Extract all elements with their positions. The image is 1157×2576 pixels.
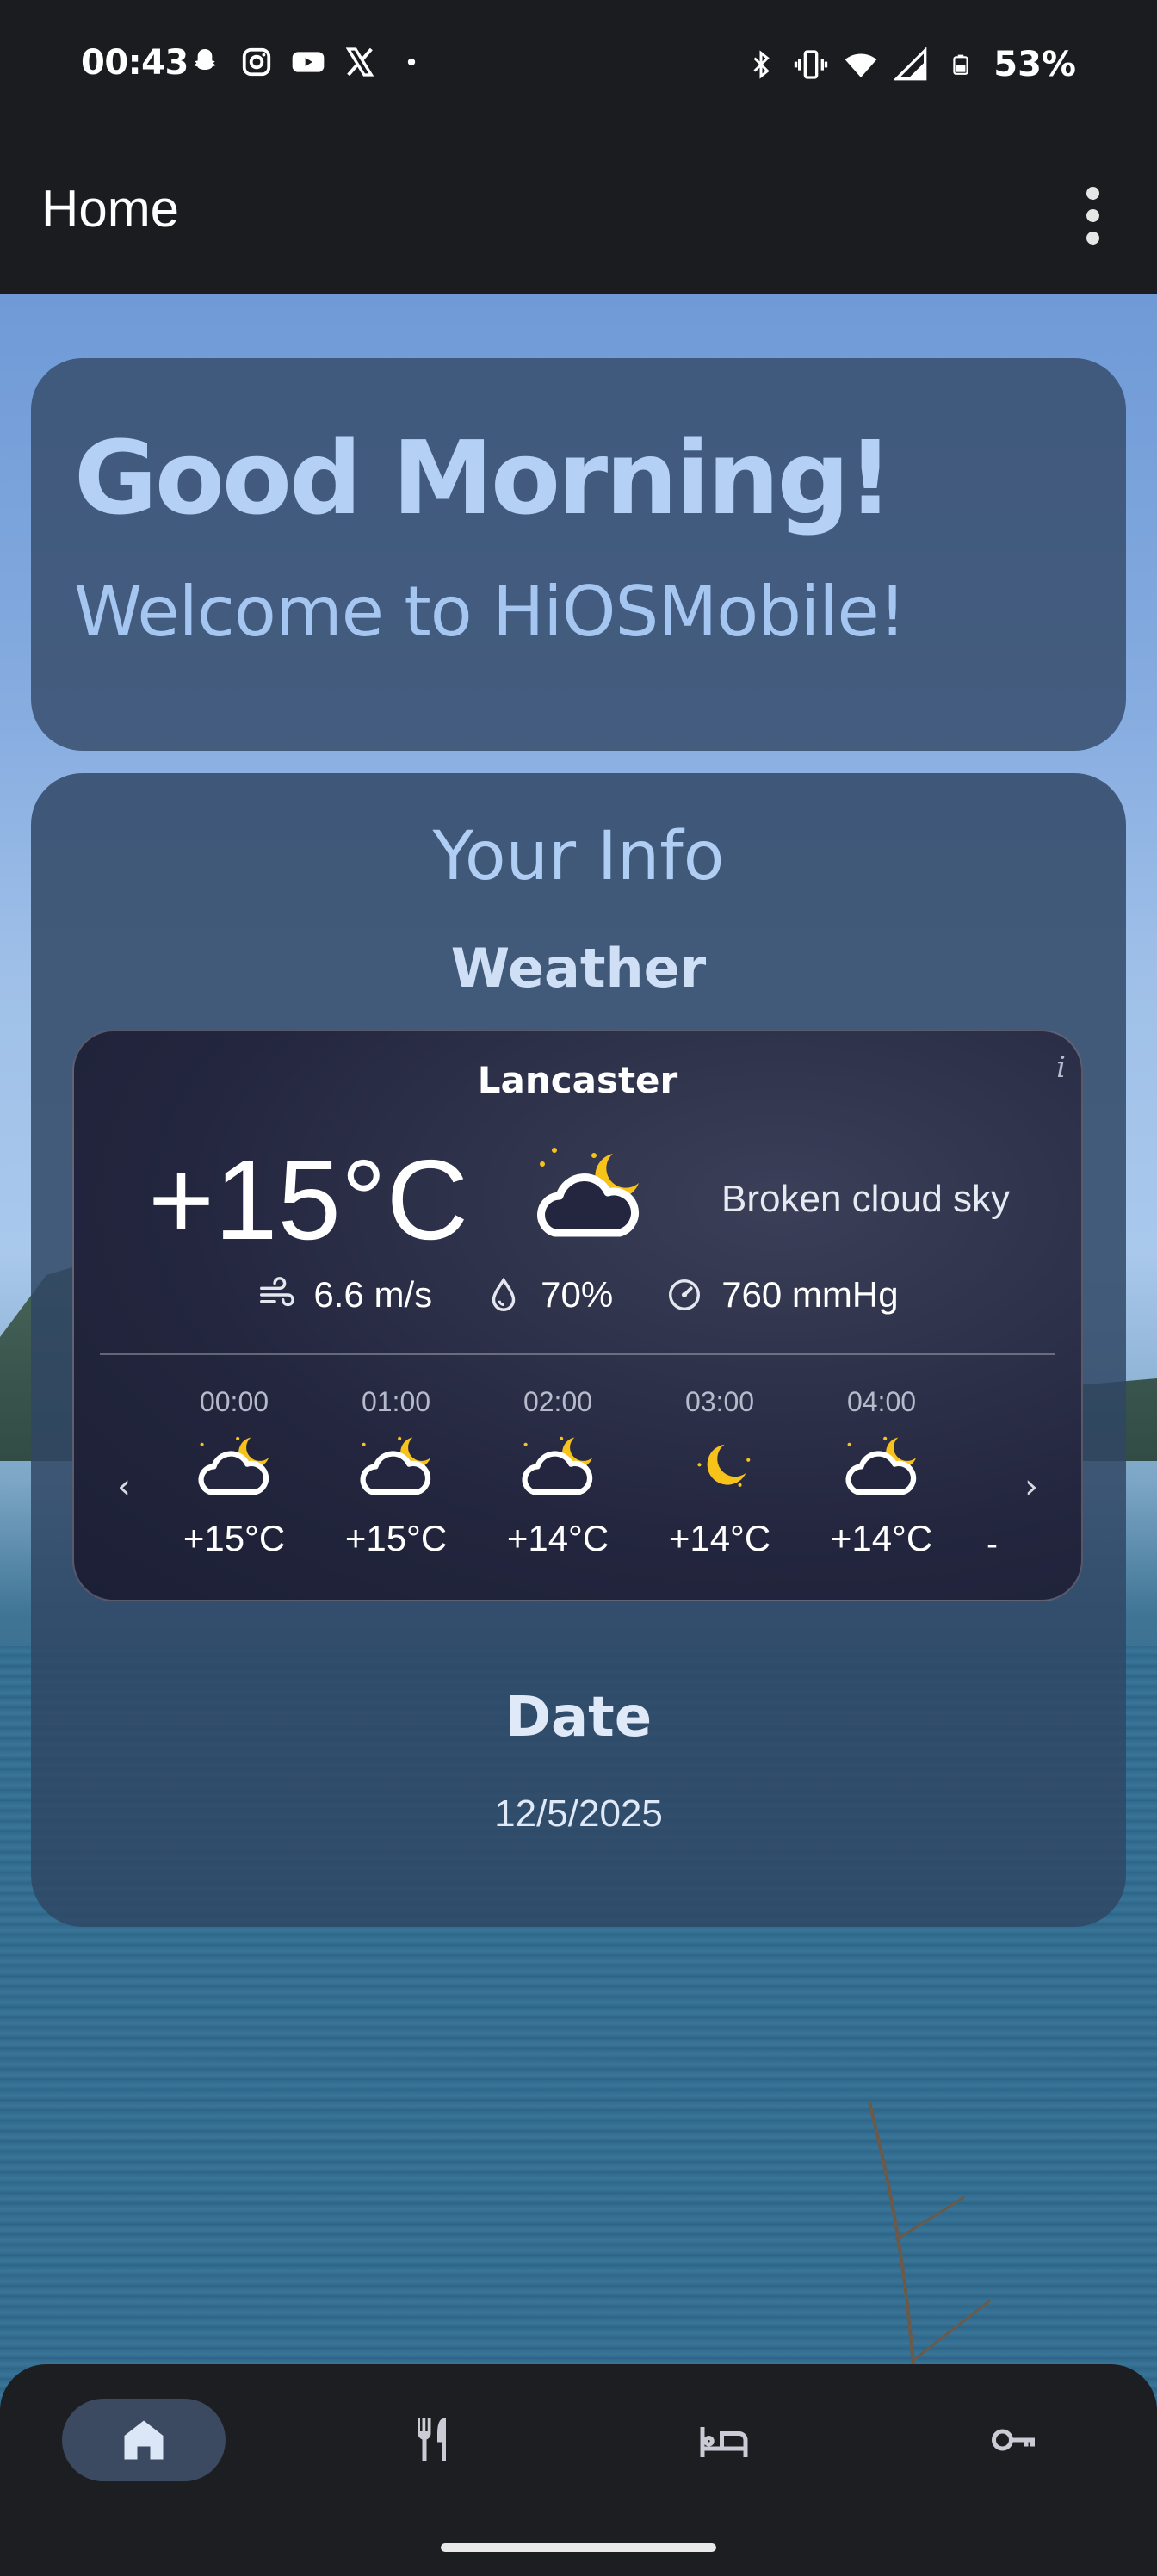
- home-icon: [124, 2420, 164, 2460]
- pressure-icon: [669, 1279, 701, 1311]
- more-hours-indicator: -: [987, 1527, 998, 1563]
- greeting-subtitle: Welcome to HiOSMobile!: [74, 572, 906, 652]
- notification-icons: [188, 45, 429, 79]
- gesture-home-indicator[interactable]: [441, 2543, 716, 2552]
- hour-time: 01:00: [361, 1386, 431, 1417]
- hour-temp: +14°C: [830, 1518, 933, 1558]
- dot-icon: [394, 45, 429, 79]
- humidity-metric: 70%: [484, 1274, 613, 1316]
- hourly-forecast: ‹ 00:00 +15°C 01:00 +15°C 02:00 +14°C 03…: [74, 1372, 1081, 1588]
- hour-item: 03:00 +14°C: [642, 1372, 797, 1559]
- date-heading: Date: [504, 1686, 653, 1749]
- your-info-card: Your Info Weather Lancaster i +15°C Brok…: [31, 773, 1126, 1927]
- humidity-icon: [492, 1277, 516, 1311]
- hour-temp: +15°C: [344, 1518, 448, 1558]
- vibrate-icon: [794, 47, 828, 82]
- weather-city: Lancaster: [477, 1059, 678, 1101]
- hour-temp: +15°C: [183, 1518, 286, 1558]
- nav-home[interactable]: [62, 2399, 226, 2481]
- prev-hours-button[interactable]: ‹: [117, 1467, 131, 1507]
- bed-icon: [700, 2427, 748, 2457]
- hour-time: 04:00: [846, 1386, 917, 1417]
- weather-heading: Weather: [450, 937, 707, 1000]
- page-title: Home: [41, 180, 180, 238]
- hour-item: 00:00 +15°C: [157, 1372, 312, 1559]
- weather-widget[interactable]: Lancaster i +15°C Broken cloud sky 6.6 m…: [72, 1030, 1083, 1601]
- cloud-moon-icon: [198, 1436, 269, 1495]
- battery-icon: [944, 47, 978, 82]
- wifi-icon: [844, 47, 878, 82]
- info-icon[interactable]: i: [1056, 1050, 1066, 1085]
- cloud-moon-icon: [360, 1436, 431, 1495]
- hour-temp: +14°C: [668, 1518, 771, 1558]
- x-icon: [343, 45, 377, 79]
- system-icons: 53%: [744, 45, 1076, 84]
- signal-icon: [894, 47, 928, 82]
- youtube-icon: [291, 45, 325, 79]
- wind-metric: 6.6 m/s: [257, 1274, 432, 1316]
- date-value: 12/5/2025: [494, 1793, 663, 1835]
- next-hours-button[interactable]: ›: [1024, 1467, 1038, 1507]
- more-options-button[interactable]: [1062, 181, 1123, 250]
- hour-item: 01:00 +15°C: [319, 1372, 473, 1559]
- your-info-title: Your Info: [432, 818, 725, 895]
- wind-icon: [260, 1277, 295, 1307]
- snapchat-icon: [188, 45, 222, 79]
- cloud-moon-icon: [522, 1436, 593, 1495]
- nav-rooms[interactable]: [642, 2399, 806, 2481]
- pressure-metric: 760 mmHg: [665, 1274, 899, 1316]
- fork-knife-icon: [418, 2418, 446, 2461]
- current-temperature: +15°C: [148, 1136, 469, 1263]
- top-app-bar: Home: [0, 131, 1157, 294]
- pressure-value: 760 mmHg: [721, 1274, 899, 1315]
- background-image: Good Morning! Welcome to HiOSMobile! You…: [0, 294, 1157, 2576]
- greeting-card: Good Morning! Welcome to HiOSMobile!: [31, 358, 1126, 751]
- hour-temp: +14°C: [506, 1518, 609, 1558]
- cloud-moon-icon: [537, 1148, 639, 1237]
- instagram-icon: [239, 45, 274, 79]
- hour-item: 04:00 +14°C: [804, 1372, 959, 1559]
- moon-icon: [697, 1444, 751, 1487]
- greeting-title: Good Morning!: [74, 418, 894, 537]
- hour-item: 02:00 +14°C: [480, 1372, 635, 1559]
- nav-dining[interactable]: [351, 2399, 515, 2481]
- weather-description: Broken cloud sky: [721, 1178, 1011, 1220]
- wind-value: 6.6 m/s: [313, 1274, 433, 1315]
- nav-access[interactable]: [931, 2399, 1095, 2481]
- cloud-moon-icon: [845, 1436, 917, 1495]
- status-bar: 00:43 53%: [0, 0, 1157, 131]
- hour-time: 03:00: [684, 1386, 755, 1417]
- key-icon: [992, 2429, 1035, 2451]
- weather-metrics: 6.6 m/s 70% 760 mmHg: [74, 1274, 1081, 1316]
- weather-divider: [100, 1353, 1055, 1355]
- humidity-value: 70%: [541, 1274, 614, 1315]
- hour-time: 00:00: [199, 1386, 269, 1417]
- status-time: 00:43: [81, 43, 189, 83]
- bluetooth-icon: [744, 47, 778, 82]
- hour-time: 02:00: [523, 1386, 593, 1417]
- more-vert-icon: [1086, 186, 1099, 200]
- battery-percent: 53%: [993, 45, 1076, 84]
